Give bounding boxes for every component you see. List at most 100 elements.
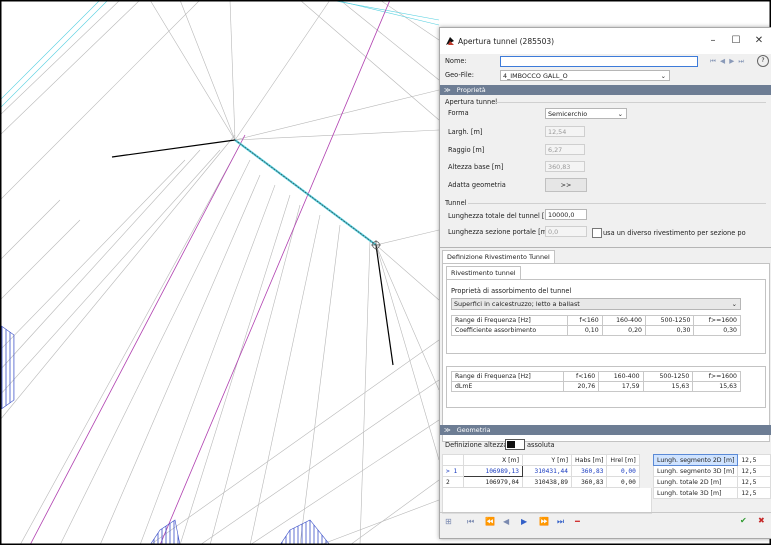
table-cell[interactable]: 106979,04 bbox=[463, 476, 523, 488]
table-cell: 15,63 bbox=[642, 381, 694, 392]
table-cell[interactable]: 0,30 bbox=[693, 325, 741, 336]
help-icon[interactable]: ? bbox=[757, 55, 769, 67]
length-summary-table: Lungh. segmento 2D [m] 12,5 Lungh. segme… bbox=[652, 454, 771, 499]
raggio-label: Raggio [m] bbox=[448, 146, 485, 154]
adatta-geometria-button[interactable]: >> bbox=[545, 178, 587, 192]
row-index: 2 bbox=[442, 476, 464, 488]
table-row: dLmE 20,76 17,59 15,63 15,63 bbox=[451, 381, 741, 392]
table-row: Coefficiente assorbimento 0,10 0,20 0,30… bbox=[450, 325, 741, 336]
section-proprieta[interactable]: ≫ Proprietà bbox=[440, 85, 771, 95]
last-record-icon[interactable]: ⏭ bbox=[557, 517, 564, 527]
raggio-input[interactable]: 6,27 bbox=[545, 144, 585, 155]
absorption-table: Range di Frequenza [Hz] f<160 160-400 50… bbox=[450, 315, 741, 336]
coordinates-table: X [m] Y [m] Habs [m] Hrel [m] > 1 106989… bbox=[442, 454, 640, 488]
table-row[interactable]: 2 106979,04 310438,89 360,83 0,00 bbox=[442, 476, 640, 488]
table-row: Lungh. totale 3D [m] 12,5 bbox=[652, 487, 771, 499]
table-header-cell: 160-400 bbox=[601, 315, 646, 326]
table-cell[interactable]: 0,20 bbox=[601, 325, 646, 336]
table-cell[interactable]: 0,10 bbox=[567, 325, 603, 336]
ok-button[interactable]: ✔ bbox=[740, 516, 747, 525]
close-button[interactable]: ✕ bbox=[748, 33, 770, 49]
table-cell: 17,59 bbox=[598, 381, 644, 392]
collapse-icon: ≫ bbox=[444, 426, 451, 434]
summary-value: 12,5 bbox=[737, 476, 771, 488]
table-header-cell bbox=[442, 454, 464, 466]
name-input[interactable] bbox=[500, 56, 698, 67]
altezza-toggle[interactable] bbox=[505, 439, 525, 450]
diverso-checkbox[interactable] bbox=[592, 228, 602, 238]
table-cell[interactable]: 0,00 bbox=[606, 476, 640, 488]
def-altezza-value: assoluta bbox=[527, 441, 555, 449]
group-divider bbox=[496, 102, 766, 103]
delete-row-icon[interactable]: ━ bbox=[575, 517, 580, 526]
chevron-down-icon: ⌄ bbox=[731, 300, 737, 308]
section-geometria[interactable]: ≫ Geometria bbox=[440, 425, 771, 435]
minimize-button[interactable]: – bbox=[702, 33, 724, 49]
panel-divider bbox=[440, 247, 771, 248]
tunnel-opening-dialog: Apertura tunnel (285503) – ☐ ✕ Nome: ⏮ ◀… bbox=[439, 27, 771, 539]
dialog-title: Apertura tunnel (285503) bbox=[458, 37, 555, 46]
table-row: Lungh. totale 2D [m] 12,5 bbox=[652, 476, 771, 488]
summary-label: Lungh. totale 2D [m] bbox=[652, 476, 739, 488]
table-header-cell: Hrel [m] bbox=[606, 454, 640, 466]
forma-label: Forma bbox=[448, 109, 469, 117]
table-cell[interactable]: 360,83 bbox=[570, 476, 608, 488]
lung-tot-input[interactable]: 10000,0 bbox=[545, 209, 587, 220]
dl-table: Range di Frequenza [Hz] f<160 160-400 50… bbox=[451, 371, 741, 392]
forma-select[interactable]: Semicerchio ⌄ bbox=[545, 108, 627, 119]
table-cell[interactable]: 360,83 bbox=[570, 465, 608, 477]
table-cell[interactable]: 0,00 bbox=[606, 465, 640, 477]
table-cell[interactable]: 310431,44 bbox=[522, 465, 572, 477]
group-divider bbox=[468, 203, 766, 204]
surface-select[interactable]: Superfici in calcestruzzo; letto a balla… bbox=[451, 298, 741, 310]
summary-label: Lungh. segmento 3D [m] bbox=[652, 465, 739, 477]
altezza-input[interactable]: 360,83 bbox=[545, 161, 585, 172]
table-row: Lungh. segmento 2D [m] 12,5 bbox=[652, 454, 771, 466]
table-cell: Coefficiente assorbimento bbox=[450, 325, 569, 336]
record-navigation[interactable]: ⏮ ◀ ▶ ⏭ bbox=[710, 57, 745, 66]
table-cell: 15,63 bbox=[692, 381, 741, 392]
table-cell: dLmE bbox=[451, 381, 564, 392]
table-row[interactable]: > 1 106989,13 310431,44 360,83 0,00 bbox=[442, 465, 640, 477]
assorbimento-label: Proprietà di assorbimento del tunnel bbox=[451, 287, 572, 295]
largh-label: Largh. [m] bbox=[448, 128, 483, 136]
tab-definizione-rivestimento[interactable]: Definizione Rivestimento Tunnel bbox=[442, 250, 555, 263]
title-bar[interactable]: Apertura tunnel (285503) – ☐ ✕ bbox=[440, 28, 771, 54]
tab-rivestimento-tunnel[interactable]: Rivestimento tunnel bbox=[446, 266, 521, 279]
table-header-cell: 500-1250 bbox=[642, 371, 694, 382]
section-geometria-label: Geometria bbox=[456, 426, 491, 434]
app-icon bbox=[446, 37, 454, 45]
row-index: > 1 bbox=[442, 465, 464, 477]
chevron-down-icon: ⌄ bbox=[660, 72, 666, 80]
altezza-label: Altezza base [m] bbox=[448, 163, 504, 171]
summary-label: Lungh. segmento 2D [m] bbox=[652, 454, 739, 466]
table-cell[interactable]: 106989,13 bbox=[463, 465, 523, 477]
first-record-icon[interactable]: ⏮ bbox=[467, 517, 474, 527]
maximize-button[interactable]: ☐ bbox=[725, 33, 747, 49]
table-cell: 20,76 bbox=[562, 381, 600, 392]
name-label: Nome: bbox=[445, 57, 467, 65]
table-header-cell: f<160 bbox=[562, 371, 600, 382]
table-header-cell: f>=1600 bbox=[693, 315, 741, 326]
previous-page-icon[interactable]: ⏪ bbox=[485, 517, 495, 526]
forma-value: Semicerchio bbox=[548, 110, 588, 118]
lung-sez-label: Lunghezza sezione portale [m] bbox=[448, 228, 550, 236]
table-cell[interactable]: 310438,89 bbox=[522, 476, 572, 488]
table-empty-area bbox=[442, 488, 652, 514]
largh-input[interactable]: 12,54 bbox=[545, 126, 585, 137]
table-header-cell: f>=1600 bbox=[692, 371, 741, 382]
cancel-button[interactable]: ✖ bbox=[758, 516, 765, 525]
chevron-down-icon: ⌄ bbox=[617, 110, 623, 118]
grid-icon[interactable]: ⊞ bbox=[445, 517, 452, 526]
table-cell[interactable]: 0,30 bbox=[644, 325, 695, 336]
table-header-cell: Range di Frequenza [Hz] bbox=[451, 371, 564, 382]
next-page-icon[interactable]: ⏩ bbox=[539, 517, 549, 526]
table-header-cell: 500-1250 bbox=[644, 315, 695, 326]
previous-record-icon[interactable]: ◀ bbox=[503, 517, 509, 526]
table-header-cell: X [m] bbox=[463, 454, 523, 466]
table-row: Lungh. segmento 3D [m] 12,5 bbox=[652, 465, 771, 477]
geofile-select[interactable]: 4_IMBOCCO GALL_O ⌄ bbox=[500, 70, 670, 81]
lung-sez-input[interactable]: 0,0 bbox=[545, 226, 587, 237]
geofile-value: 4_IMBOCCO GALL_O bbox=[503, 72, 568, 80]
next-record-icon[interactable]: ▶ bbox=[521, 517, 527, 526]
